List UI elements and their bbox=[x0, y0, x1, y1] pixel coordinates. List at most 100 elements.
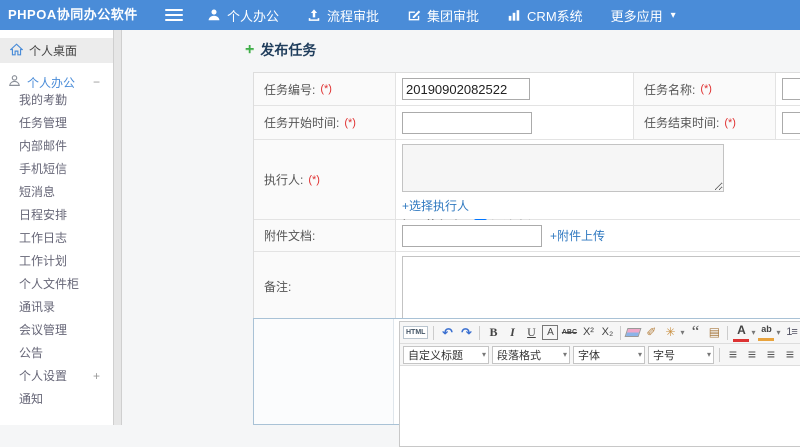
nav-workflow-approval[interactable]: 流程审批 bbox=[307, 6, 379, 25]
clear-format-icon[interactable]: ✐ bbox=[643, 324, 659, 341]
editor-content-area[interactable] bbox=[400, 366, 800, 446]
remark-label: 备注: bbox=[254, 252, 396, 321]
sidebar: 个人桌面 个人办公 − 我的考勤 任务管理 内部邮件 手机短信 短消息 日程安排… bbox=[0, 30, 113, 425]
end-time-input[interactable] bbox=[782, 111, 800, 134]
main-nav: 个人办公 流程审批 集团审批 CRM系统 更多应用 ▾ bbox=[207, 0, 676, 30]
required-mark: (*) bbox=[724, 116, 736, 129]
sidebar-item-desktop[interactable]: 个人桌面 bbox=[0, 38, 113, 63]
sidebar-item-label: 个人桌面 bbox=[29, 44, 78, 58]
nav-group-approval[interactable]: 集团审批 bbox=[407, 6, 479, 25]
subscript-icon[interactable]: X₂ bbox=[599, 324, 615, 341]
home-icon bbox=[9, 42, 24, 59]
superscript-icon[interactable]: X² bbox=[580, 324, 596, 341]
required-mark: (*) bbox=[320, 83, 332, 95]
caret-down-icon: ▾ bbox=[670, 9, 676, 21]
nav-personal-office[interactable]: 个人办公 bbox=[207, 6, 279, 25]
editor-toolbar-row-1: HTML ↶ ↷ B I U A ABC X² X₂ ✐ ✳▾ “ ▤ A▾ bbox=[400, 322, 800, 344]
autotypeset-icon[interactable]: ✳ bbox=[662, 324, 678, 341]
sidebar-item-announcement[interactable]: 公告 bbox=[0, 342, 113, 365]
ordered-list-icon[interactable]: 1≡ bbox=[784, 324, 800, 341]
start-time-label: 任务开始时间: (*) bbox=[254, 106, 396, 139]
start-time-input[interactable] bbox=[402, 111, 532, 134]
font-family-select[interactable]: 字体 ▾ bbox=[573, 345, 645, 364]
align-right-icon[interactable]: ≡ bbox=[763, 346, 779, 363]
sidebar-item-schedule[interactable]: 日程安排 bbox=[0, 204, 113, 227]
toolbar-separator bbox=[479, 325, 481, 340]
sidebar-item-internal-mail[interactable]: 内部邮件 bbox=[0, 135, 113, 158]
nav-label: CRM系统 bbox=[527, 8, 583, 24]
align-left-icon[interactable]: ≡ bbox=[725, 346, 741, 363]
add-icon: + bbox=[245, 41, 255, 58]
topbar: PHPOA协同办公软件 个人办公 流程审批 集团审批 CRM系统 更多应用 ▾ bbox=[0, 0, 800, 30]
select-executor-link[interactable]: +选择执行人 bbox=[402, 197, 469, 214]
form-row-executor: 执行人: (*) +选择执行人 提醒执行人: 短消息提示 bbox=[254, 139, 800, 233]
italic-icon[interactable]: I bbox=[504, 324, 520, 341]
rich-text-editor: HTML ↶ ↷ B I U A ABC X² X₂ ✐ ✳▾ “ ▤ A▾ bbox=[399, 321, 800, 447]
required-mark: (*) bbox=[344, 116, 356, 129]
sidebar-item-sms[interactable]: 手机短信 bbox=[0, 158, 113, 181]
menu-toggle-icon[interactable] bbox=[165, 9, 183, 21]
font-color-icon[interactable]: A bbox=[733, 324, 750, 342]
sidebar-item-notice[interactable]: 通知 bbox=[0, 388, 113, 411]
task-number-label: 任务编号: (*) bbox=[254, 73, 396, 105]
sidebar-item-short-message[interactable]: 短消息 bbox=[0, 181, 113, 204]
executor-textarea[interactable] bbox=[402, 144, 724, 192]
sidebar-item-attendance[interactable]: 我的考勤 bbox=[0, 89, 113, 112]
sidebar-item-task-management[interactable]: 任务管理 bbox=[0, 112, 113, 135]
redo-icon[interactable]: ↷ bbox=[458, 324, 474, 341]
align-center-icon[interactable]: ≡ bbox=[744, 346, 760, 363]
bold-icon[interactable]: B bbox=[485, 324, 501, 341]
toolbar-separator bbox=[433, 325, 435, 340]
task-name-label: 任务名称: (*) bbox=[633, 73, 776, 105]
caret-down-icon[interactable]: ▾ bbox=[776, 328, 780, 337]
upload-icon bbox=[307, 8, 321, 22]
char-border-icon[interactable]: A bbox=[542, 325, 559, 340]
caret-down-icon[interactable]: ▾ bbox=[680, 328, 684, 337]
caret-down-icon: ▾ bbox=[706, 350, 711, 359]
sidebar-menu: 我的考勤 任务管理 内部邮件 手机短信 短消息 日程安排 工作日志 工作计划 个… bbox=[0, 89, 113, 411]
paragraph-format-select[interactable]: 段落格式 ▾ bbox=[492, 345, 570, 364]
sidebar-section-label: 个人办公 bbox=[27, 75, 76, 90]
expand-icon[interactable]: + bbox=[93, 365, 100, 388]
custom-heading-select[interactable]: 自定义标题 ▾ bbox=[403, 345, 489, 364]
undo-icon[interactable]: ↶ bbox=[439, 324, 455, 341]
underline-icon[interactable]: U bbox=[523, 324, 539, 341]
task-name-input[interactable] bbox=[782, 78, 800, 100]
panel-splitter[interactable] bbox=[113, 30, 122, 425]
remark-textarea[interactable] bbox=[402, 256, 800, 320]
sidebar-item-work-plan[interactable]: 工作计划 bbox=[0, 250, 113, 273]
attachment-label: 附件文档: bbox=[254, 220, 396, 251]
sidebar-item-meeting-management[interactable]: 会议管理 bbox=[0, 319, 113, 342]
edit-icon bbox=[407, 8, 421, 22]
caret-down-icon: ▾ bbox=[562, 350, 567, 359]
align-justify-icon[interactable]: ≡ bbox=[782, 346, 798, 363]
nav-crm-system[interactable]: CRM系统 bbox=[507, 6, 583, 25]
eraser-icon[interactable] bbox=[624, 328, 642, 337]
nav-label: 集团审批 bbox=[427, 8, 480, 24]
attachment-upload-link[interactable]: +附件上传 bbox=[550, 227, 605, 244]
strikethrough-icon[interactable]: ABC bbox=[561, 324, 577, 341]
sidebar-item-file-cabinet[interactable]: 个人文件柜 bbox=[0, 273, 113, 296]
font-size-select[interactable]: 字号 ▾ bbox=[648, 345, 714, 364]
attachment-input[interactable] bbox=[402, 224, 542, 247]
app-logo[interactable]: PHPOA协同办公软件 bbox=[8, 0, 138, 30]
nav-more-apps[interactable]: 更多应用 ▾ bbox=[611, 6, 676, 25]
collapse-icon[interactable]: − bbox=[93, 75, 100, 89]
blockquote-icon[interactable]: “ bbox=[687, 323, 703, 340]
required-mark: (*) bbox=[700, 83, 712, 95]
task-number-input[interactable] bbox=[402, 78, 530, 100]
highlight-color-icon[interactable]: ab bbox=[758, 324, 775, 341]
sidebar-item-work-log[interactable]: 工作日志 bbox=[0, 227, 113, 250]
html-source-button[interactable]: HTML bbox=[403, 326, 429, 339]
form-row-attachment: 附件文档: +附件上传 bbox=[254, 219, 800, 251]
toolbar-separator bbox=[719, 347, 720, 362]
nav-label: 流程审批 bbox=[327, 8, 380, 24]
task-content-label-cell bbox=[254, 319, 394, 424]
sidebar-item-contacts[interactable]: 通讯录 bbox=[0, 296, 113, 319]
end-time-label: 任务结束时间: (*) bbox=[633, 106, 776, 139]
paste-icon[interactable]: ▤ bbox=[706, 324, 722, 341]
editor-toolbar-row-2: 自定义标题▾ 段落格式▾ 字体▾ 字号▾ ≡ ≡ ≡ ≡ ∞ ⊘ bbox=[400, 344, 800, 366]
form-row-remark: 备注: bbox=[254, 251, 800, 321]
sidebar-section-personal-settings[interactable]: 个人设置 + bbox=[0, 365, 113, 388]
caret-down-icon[interactable]: ▾ bbox=[751, 328, 755, 337]
